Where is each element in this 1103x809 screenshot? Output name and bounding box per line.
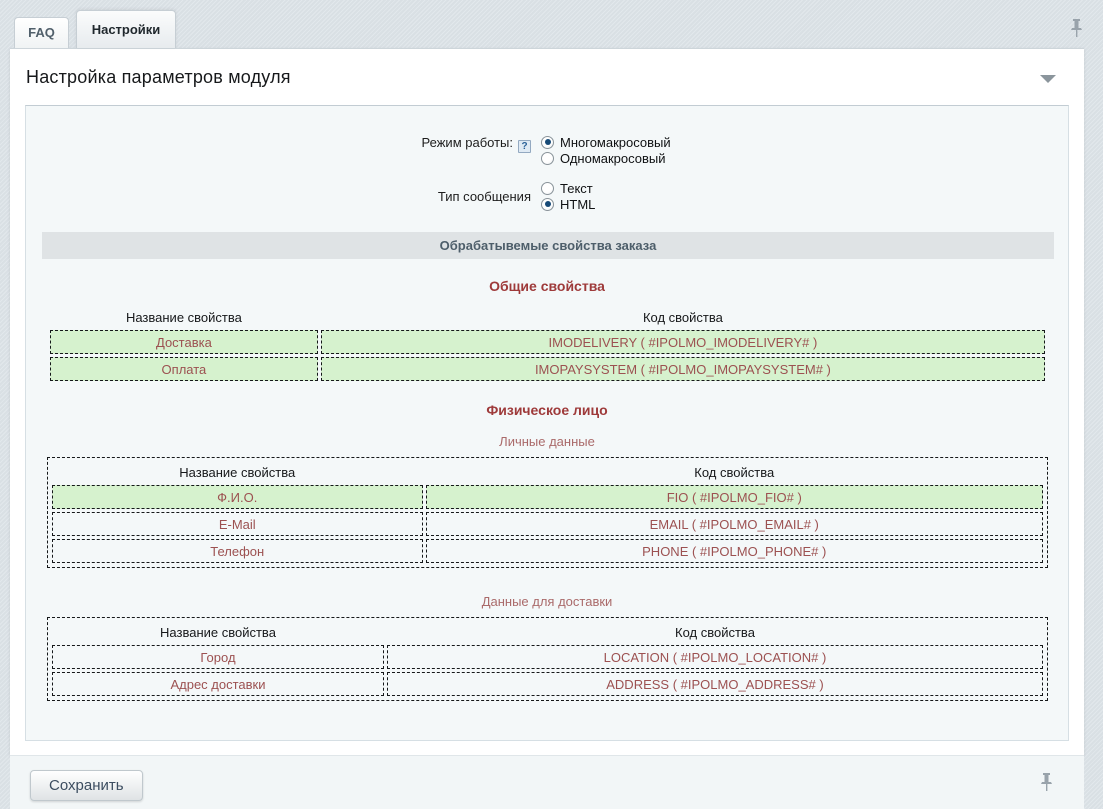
mode-label: Режим работы:?	[26, 134, 531, 166]
property-code-cell[interactable]: IMOPAYSYSTEM ( #IPOLMO_IMOPAYSYSTEM# )	[321, 357, 1045, 381]
delivery-data-table: Название свойства Код свойства Город LOC…	[47, 617, 1048, 701]
radio-option-html[interactable]: HTML	[541, 196, 595, 212]
property-code-cell[interactable]: LOCATION ( #IPOLMO_LOCATION# )	[387, 645, 1043, 669]
property-row-email[interactable]: E-Mail EMAIL ( #IPOLMO_EMAIL# )	[52, 512, 1043, 536]
radio-option-multimacros[interactable]: Многомакросовый	[541, 134, 671, 150]
property-row-phone[interactable]: Телефон PHONE ( #IPOLMO_PHONE# )	[52, 539, 1043, 563]
property-row-address[interactable]: Адрес доставки ADDRESS ( #IPOLMO_ADDRESS…	[52, 672, 1043, 696]
property-code-cell[interactable]: IMODELIVERY ( #IPOLMO_IMODELIVERY# )	[321, 330, 1045, 354]
pin-icon[interactable]	[1040, 773, 1053, 797]
group-title-person: Физическое лицо	[26, 402, 1068, 418]
mode-setting-row: Режим работы:? Многомакросовый Одномакро…	[26, 134, 1068, 166]
radio-option-text[interactable]: Текст	[541, 180, 595, 196]
property-code-cell[interactable]: FIO ( #IPOLMO_FIO# )	[426, 485, 1044, 509]
page-title: Настройка параметров модуля	[26, 67, 1084, 88]
property-code-cell[interactable]: EMAIL ( #IPOLMO_EMAIL# )	[426, 512, 1044, 536]
tab-settings[interactable]: Настройки	[76, 10, 176, 48]
tab-faq[interactable]: FAQ	[14, 17, 69, 48]
group-title-general: Общие свойства	[26, 278, 1068, 294]
pin-icon[interactable]	[1070, 19, 1083, 43]
subgroup-title-personal: Личные данные	[26, 434, 1068, 449]
page: FAQ Настройки Настройка параметров модул…	[0, 0, 1103, 809]
property-code-cell[interactable]: PHONE ( #IPOLMO_PHONE# )	[426, 539, 1044, 563]
property-name-cell[interactable]: Оплата	[50, 357, 318, 381]
column-header-name: Название свойства	[52, 462, 423, 482]
button-bar: Сохранить	[10, 755, 1084, 809]
radio-option-singlemacros[interactable]: Одномакросовый	[541, 150, 671, 166]
radio-label: HTML	[560, 197, 595, 212]
table-header-row: Название свойства Код свойства	[50, 307, 1045, 327]
radio-icon[interactable]	[541, 136, 554, 149]
save-button[interactable]: Сохранить	[30, 770, 143, 801]
table-header-row: Название свойства Код свойства	[52, 462, 1043, 482]
column-header-name: Название свойства	[52, 622, 384, 642]
section-header-order-properties: Обрабатывемые свойства заказа	[42, 232, 1054, 259]
property-name-cell[interactable]: Телефон	[52, 539, 423, 563]
chevron-down-icon[interactable]	[1040, 75, 1056, 83]
message-type-label: Тип сообщения	[26, 188, 531, 204]
settings-form: Режим работы:? Многомакросовый Одномакро…	[25, 105, 1069, 741]
mode-options: Многомакросовый Одномакросовый	[541, 134, 671, 166]
property-name-cell[interactable]: Ф.И.О.	[52, 485, 423, 509]
radio-label: Многомакросовый	[560, 135, 671, 150]
column-header-code: Код свойства	[387, 622, 1043, 642]
message-type-options: Текст HTML	[541, 180, 595, 212]
settings-panel: Настройка параметров модуля Режим работы…	[10, 48, 1084, 755]
property-row-city[interactable]: Город LOCATION ( #IPOLMO_LOCATION# )	[52, 645, 1043, 669]
question-icon[interactable]: ?	[518, 140, 531, 153]
property-name-cell[interactable]: Доставка	[50, 330, 318, 354]
general-properties-table: Название свойства Код свойства Доставка …	[47, 304, 1048, 384]
radio-label: Текст	[560, 181, 593, 196]
table-header-row: Название свойства Код свойства	[52, 622, 1043, 642]
radio-icon[interactable]	[541, 152, 554, 165]
property-code-cell[interactable]: ADDRESS ( #IPOLMO_ADDRESS# )	[387, 672, 1043, 696]
subgroup-title-delivery: Данные для доставки	[26, 594, 1068, 609]
property-row-delivery[interactable]: Доставка IMODELIVERY ( #IPOLMO_IMODELIVE…	[50, 330, 1045, 354]
property-name-cell[interactable]: E-Mail	[52, 512, 423, 536]
property-name-cell[interactable]: Город	[52, 645, 384, 669]
column-header-code: Код свойства	[426, 462, 1044, 482]
column-header-name: Название свойства	[50, 307, 318, 327]
column-header-code: Код свойства	[321, 307, 1045, 327]
message-type-setting-row: Тип сообщения Текст HTML	[26, 180, 1068, 212]
property-name-cell[interactable]: Адрес доставки	[52, 672, 384, 696]
radio-icon[interactable]	[541, 198, 554, 211]
property-row-payment[interactable]: Оплата IMOPAYSYSTEM ( #IPOLMO_IMOPAYSYST…	[50, 357, 1045, 381]
personal-data-table: Название свойства Код свойства Ф.И.О. FI…	[47, 457, 1048, 568]
radio-icon[interactable]	[541, 182, 554, 195]
property-row-fio[interactable]: Ф.И.О. FIO ( #IPOLMO_FIO# )	[52, 485, 1043, 509]
radio-label: Одномакросовый	[560, 151, 666, 166]
